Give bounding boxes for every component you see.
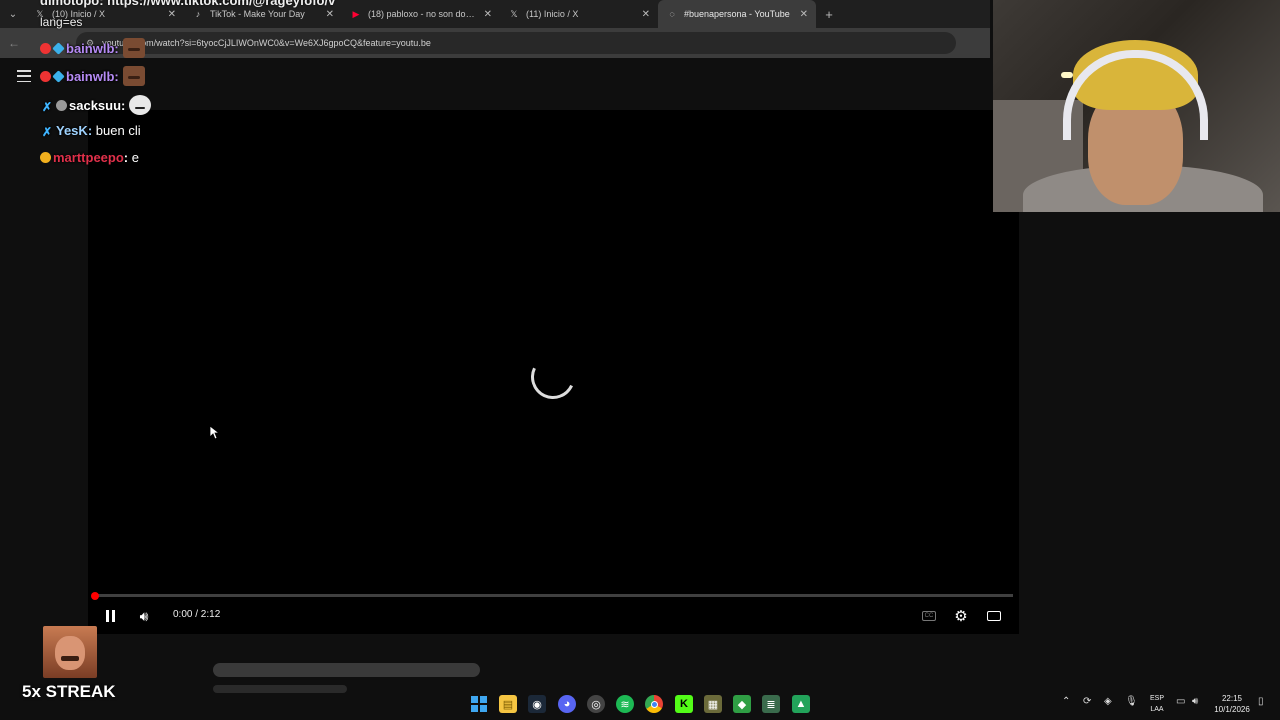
security-icon[interactable]: ◈ (1104, 696, 1112, 707)
microphone-icon[interactable]: 🎙︎ (1125, 696, 1138, 707)
chat-message: bainwlb: (40, 38, 145, 58)
streak-emote-icon (43, 626, 97, 678)
title-placeholder (213, 663, 480, 677)
troll-emote-icon (129, 95, 152, 115)
app-launcher-icon[interactable]: ▲ (792, 695, 810, 713)
chrome-icon[interactable] (645, 695, 663, 713)
kick-icon[interactable]: K (675, 695, 693, 713)
loading-icon: ◌ (669, 9, 675, 19)
close-tab-icon[interactable]: ✕ (800, 9, 808, 20)
cube-badge-icon (52, 41, 65, 55)
close-tab-icon[interactable]: ✕ (642, 9, 650, 20)
emote-icon (122, 38, 145, 58)
tab-youtube-buenapersona[interactable]: ◌ #buenapersona - YouTube ✕ (658, 0, 816, 28)
badge-icon (56, 99, 67, 111)
windows-start-icon[interactable] (470, 695, 488, 713)
back-arrow-icon[interactable]: ← (0, 36, 28, 50)
hamburger-menu-icon[interactable] (17, 70, 31, 82)
sword-badge-icon: ✗ (41, 125, 53, 139)
progress-bar[interactable] (94, 594, 1013, 597)
network-icon[interactable]: ▭ (1176, 696, 1185, 707)
scrubber-handle[interactable] (91, 592, 99, 600)
clock-date: 10/1/2026 (1214, 705, 1250, 714)
screen: ⌄ 𝕏 (10) Inicio / X ✕ ♪ TikTok - Make Yo… (0, 0, 1280, 720)
chat-username: YesK (56, 123, 88, 138)
spotify-icon[interactable]: ≋ (616, 695, 634, 713)
cube-badge-icon (52, 69, 65, 83)
game-launcher-icon[interactable]: ◆ (733, 695, 751, 713)
language-code: ESP (1149, 695, 1164, 702)
chat-message-lang: lang=es (40, 15, 83, 29)
tab-title: (18) pabloxo - no son dos f son (368, 9, 478, 19)
theater-mode-button[interactable] (984, 604, 1004, 628)
badge-icon (40, 152, 51, 163)
chat-username: bainwlb (66, 68, 115, 84)
badge-icon (40, 42, 51, 54)
video-player[interactable]: 🔊︎ 0:00 / 2:12 CC ⚙ (88, 110, 1019, 634)
pause-button[interactable] (100, 604, 120, 628)
file-explorer-icon[interactable]: ▤ (499, 695, 517, 713)
emote-icon (122, 66, 145, 86)
tab-title: (11) Inicio / X (526, 9, 579, 19)
notification-icon[interactable]: ▯ (1258, 696, 1264, 707)
sync-icon[interactable]: ⟳ (1083, 696, 1091, 707)
volume-icon[interactable]: 🔊︎ (134, 604, 154, 628)
subtitles-button[interactable]: CC (920, 604, 938, 628)
clock-time: 22:15 (1221, 694, 1243, 703)
chevron-up-icon[interactable]: ⌃ (1062, 696, 1070, 707)
tab-youtube-pabloxo[interactable]: ▶ (18) pabloxo - no son dos f son ✕ (342, 0, 500, 28)
system-clock[interactable]: 22:15 10/1/2026 (1212, 693, 1252, 715)
stream-chat-overlay: dimotopo: https://www.tiktok.com/@rageyf… (40, 0, 335, 170)
minecraft-icon[interactable]: ▦ (704, 695, 722, 713)
tab-title: TikTok - Make Your Day (210, 9, 305, 19)
chat-message: ✗ YesK: buen cli (41, 123, 141, 139)
steam-icon[interactable]: ◉ (528, 695, 546, 713)
chat-message: ✗ sacksuu: (40, 95, 152, 115)
chat-text: e (131, 150, 139, 165)
sword-badge-icon: ✗ (41, 99, 53, 114)
time-display: 0:00 / 2:12 (173, 609, 221, 620)
chat-message-header: dimotopo: https://www.tiktok.com/@rageyf… (40, 0, 336, 8)
chat-message: marttpeepo: e (40, 150, 139, 165)
settings-gear-icon[interactable]: ⚙ (951, 604, 971, 628)
chat-message: bainwlb: (40, 66, 145, 86)
language-indicator[interactable]: ESP LAA (1148, 693, 1166, 715)
tab-search-icon[interactable]: ⌄ (0, 0, 26, 28)
loading-spinner-icon (524, 348, 582, 406)
youtube-logo-icon: ▶ (352, 8, 360, 19)
layers-app-icon[interactable]: ≣ (762, 695, 780, 713)
app-icon[interactable]: ◎ (587, 695, 605, 713)
chat-text: buen cli (95, 123, 141, 138)
address-bar[interactable]: ⚙ youtube.com/watch?si=6tyocCjJLIWOnWC0&… (76, 32, 956, 54)
chat-username: sacksuu (69, 97, 122, 113)
x-logo-icon: 𝕏 (510, 8, 518, 19)
keyboard-layout: LAA (1150, 706, 1164, 713)
close-tab-icon[interactable]: ✕ (484, 9, 492, 20)
new-tab-button[interactable]: + (816, 7, 842, 22)
chat-username: bainwlb (66, 40, 115, 56)
subtitles-label: CC (922, 611, 936, 621)
badge-icon (40, 70, 51, 82)
tab-title: #buenapersona - YouTube (684, 9, 790, 19)
speaker-icon[interactable]: 🔊︎ (1192, 696, 1198, 707)
close-tab-icon[interactable]: ✕ (326, 9, 334, 20)
discord-icon[interactable]: ◕ (558, 695, 576, 713)
webcam-feed (993, 0, 1280, 212)
tab-x-inicio-2[interactable]: 𝕏 (11) Inicio / X ✕ (500, 0, 658, 28)
chat-username: marttpeepo (53, 150, 124, 165)
